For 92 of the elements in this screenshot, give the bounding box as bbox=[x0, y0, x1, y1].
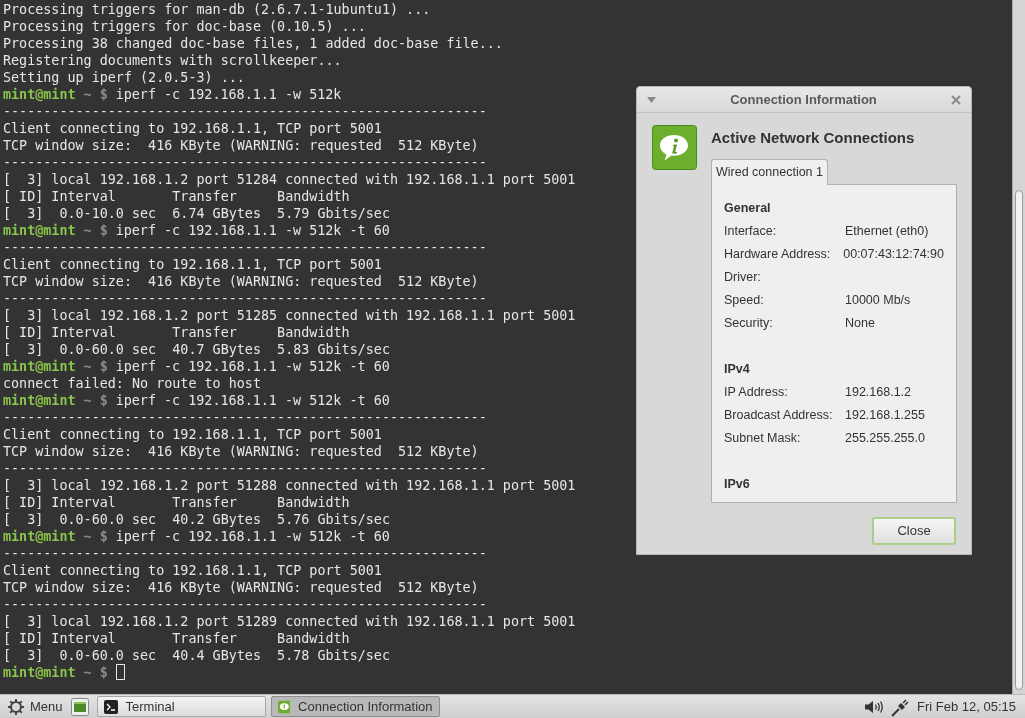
scrollbar-thumb[interactable] bbox=[1015, 190, 1023, 690]
section-heading: IPv6 bbox=[724, 475, 751, 493]
taskbar-window-button[interactable]: Connection Information bbox=[270, 696, 440, 717]
field-value: 10000 Mb/s bbox=[845, 291, 911, 309]
prompt-path: ~ bbox=[83, 664, 92, 681]
output-text: TCP window size: 416 KByte (WARNING: requested 512 KByte) bbox=[3, 579, 479, 596]
command-text: iperf -c 192.168.1.1 -w 512k -t 60 bbox=[115, 528, 390, 545]
output-text: ------------------------------------------------------------ bbox=[3, 460, 487, 477]
section-heading: General bbox=[724, 199, 772, 217]
prompt-symbol: $ bbox=[99, 86, 108, 103]
output-text: [ 3] local 192.168.1.2 port 51289 connected with 192.168.1.1 port 5001 bbox=[3, 613, 576, 630]
output-text: Client connecting to 192.168.1.1, TCP port 5001 bbox=[3, 120, 382, 137]
output-text: Client connecting to 192.168.1.1, TCP port 5001 bbox=[3, 426, 382, 443]
output-text: TCP window size: 416 KByte (WARNING: requested 512 KByte) bbox=[3, 137, 479, 154]
field-value: 192.168.1.255 bbox=[845, 406, 925, 424]
field-label: Subnet Mask: bbox=[724, 429, 802, 447]
output-text: Registering documents with scrollkeeper... bbox=[3, 52, 342, 69]
prompt-user: mint@mint bbox=[3, 86, 76, 103]
volume-icon[interactable] bbox=[865, 699, 883, 714]
field-label: Broadcast Address: bbox=[724, 406, 834, 424]
field-label: Driver: bbox=[724, 268, 762, 286]
prompt-symbol: $ bbox=[99, 392, 108, 409]
output-text: [ 3] local 192.168.1.2 port 51284 connected with 192.168.1.1 port 5001 bbox=[3, 171, 576, 188]
field-label: Hardware Address: bbox=[724, 245, 832, 263]
field-value: 255.255.255.0 bbox=[845, 429, 925, 447]
menu-button[interactable]: Menu bbox=[0, 695, 71, 718]
command-text: iperf -c 192.168.1.1 -w 512k -t 60 bbox=[115, 392, 390, 409]
output-text: TCP window size: 416 KByte (WARNING: requested 512 KByte) bbox=[3, 443, 479, 460]
output-text: Processing triggers for doc-base (0.10.5) ... bbox=[3, 18, 366, 35]
terminal-icon bbox=[103, 699, 118, 714]
output-text: [ ID] Interval Transfer Bandwidth bbox=[3, 494, 350, 511]
prompt-path: ~ bbox=[83, 222, 92, 239]
output-text: [ 3] 0.0-60.0 sec 40.2 GBytes 5.76 Gbits/sec bbox=[3, 511, 390, 528]
scrollbar[interactable] bbox=[1012, 0, 1025, 694]
clock[interactable]: Fri Feb 12, 05:15 bbox=[917, 696, 1016, 717]
field-label: Security: bbox=[724, 314, 774, 332]
output-text: [ 3] local 192.168.1.2 port 51285 connected with 192.168.1.1 port 5001 bbox=[3, 307, 576, 324]
output-text: [ 3] 0.0-10.0 sec 6.74 GBytes 5.79 Gbits/sec bbox=[3, 205, 390, 222]
field-value: 00:07:43:12:74:90 bbox=[843, 245, 944, 263]
field-value: None bbox=[845, 314, 875, 332]
output-text: ------------------------------------------------------------ bbox=[3, 154, 487, 171]
output-text: ------------------------------------------------------------ bbox=[3, 239, 487, 256]
output-text: Client connecting to 192.168.1.1, TCP port 5001 bbox=[3, 256, 382, 273]
field-value: 192.168.1.2 bbox=[845, 383, 912, 401]
command-text: iperf -c 192.168.1.1 -w 512k bbox=[115, 86, 342, 103]
prompt-user: mint@mint bbox=[3, 222, 76, 239]
prompt-path: ~ bbox=[83, 358, 92, 375]
output-text: [ ID] Interval Transfer Bandwidth bbox=[3, 188, 350, 205]
field-label: Interface: bbox=[724, 222, 778, 240]
prompt-user: mint@mint bbox=[3, 528, 76, 545]
output-text: [ 3] 0.0-60.0 sec 40.4 GBytes 5.78 Gbits/sec bbox=[3, 647, 390, 664]
field-value: Ethernet (eth0) bbox=[845, 222, 929, 240]
output-text: connect failed: No route to host bbox=[3, 375, 261, 392]
command-text: iperf -c 192.168.1.1 -w 512k -t 60 bbox=[115, 358, 390, 375]
dropdown-icon[interactable] bbox=[647, 96, 656, 103]
network-plug-icon[interactable] bbox=[891, 696, 911, 717]
dialog-heading: Active Network Connections bbox=[711, 128, 916, 148]
output-text: ------------------------------------------------------------ bbox=[3, 290, 487, 307]
output-text: Processing triggers for man-db (2.6.7.1-1ubuntu1) ... bbox=[3, 1, 431, 18]
field-label: Speed: bbox=[724, 291, 765, 309]
output-text: Client connecting to 192.168.1.1, TCP port 5001 bbox=[3, 562, 382, 579]
prompt-path: ~ bbox=[83, 392, 92, 409]
taskbar-window-button[interactable]: Terminal bbox=[96, 696, 266, 717]
prompt-user: mint@mint bbox=[3, 664, 76, 681]
output-text: Processing 38 changed doc-base files, 1 added doc-base file... bbox=[3, 35, 503, 52]
prompt-path: ~ bbox=[83, 86, 92, 103]
prompt-symbol: $ bbox=[99, 664, 108, 681]
close-button[interactable]: Close bbox=[872, 516, 956, 545]
prompt-symbol: $ bbox=[99, 222, 108, 239]
output-text: [ ID] Interval Transfer Bandwidth bbox=[3, 324, 350, 341]
window-title: Connection Information bbox=[729, 90, 878, 109]
output-text: ------------------------------------------------------------ bbox=[3, 545, 487, 562]
prompt-user: mint@mint bbox=[3, 392, 76, 409]
close-icon[interactable] bbox=[951, 94, 961, 105]
prompt-path: ~ bbox=[83, 528, 92, 545]
prompt-symbol: $ bbox=[99, 528, 108, 545]
command-text: iperf -c 192.168.1.1 -w 512k -t 60 bbox=[115, 222, 390, 239]
field-label: IP Address: bbox=[724, 383, 789, 401]
tab[interactable]: Wired connection 1 bbox=[711, 158, 828, 185]
output-text: ------------------------------------------------------------ bbox=[3, 103, 487, 120]
output-text: Setting up iperf (2.0.5-3) ... bbox=[3, 69, 245, 86]
output-text: ------------------------------------------------------------ bbox=[3, 409, 487, 426]
output-text: ------------------------------------------------------------ bbox=[3, 596, 487, 613]
prompt-symbol: $ bbox=[99, 358, 108, 375]
section-heading: IPv4 bbox=[724, 360, 751, 378]
output-text: [ 3] local 192.168.1.2 port 51288 connected with 192.168.1.1 port 5001 bbox=[3, 477, 576, 494]
prompt-user: mint@mint bbox=[3, 358, 76, 375]
output-text: TCP window size: 416 KByte (WARNING: requested 512 KByte) bbox=[3, 273, 479, 290]
show-desktop-icon[interactable] bbox=[70, 697, 89, 716]
gear-icon bbox=[8, 698, 24, 715]
output-text: [ 3] 0.0-60.0 sec 40.7 GBytes 5.83 Gbits/sec bbox=[3, 341, 390, 358]
output-text: [ ID] Interval Transfer Bandwidth bbox=[3, 630, 350, 647]
